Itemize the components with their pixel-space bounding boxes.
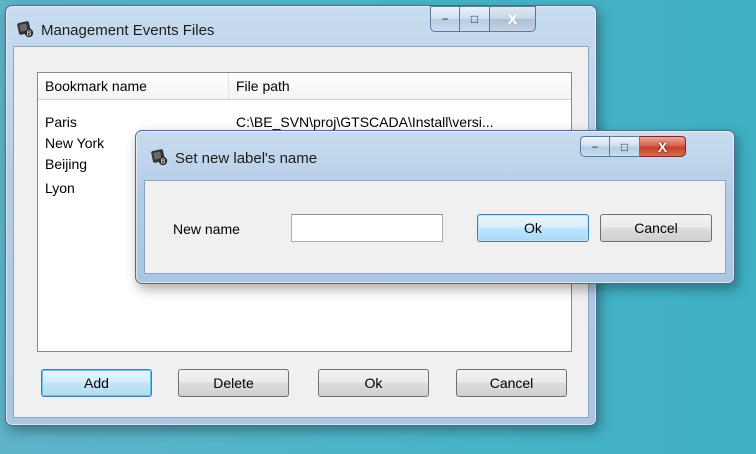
app-icon: B bbox=[150, 148, 168, 166]
svg-text:B: B bbox=[27, 30, 32, 38]
list-header: Bookmark name File path bbox=[38, 73, 571, 100]
cancel-button[interactable]: Cancel bbox=[456, 369, 567, 397]
dialog-minimize-button[interactable]: − bbox=[580, 136, 610, 157]
dialog-maximize-button[interactable]: □ bbox=[610, 136, 640, 157]
close-button[interactable]: X bbox=[490, 6, 536, 32]
close-icon: X bbox=[507, 11, 518, 27]
dialog-cancel-button[interactable]: Cancel bbox=[600, 214, 712, 242]
column-header-file-path[interactable]: File path bbox=[229, 73, 569, 99]
rename-dialog: B Set new label's name − □ X New name Ok… bbox=[135, 130, 735, 284]
app-icon: B bbox=[16, 20, 34, 38]
dialog-ok-button[interactable]: Ok bbox=[477, 214, 589, 242]
main-titlebar[interactable]: B Management Events Files − □ X bbox=[6, 6, 596, 40]
dialog-client-area: New name Ok Cancel bbox=[144, 180, 726, 274]
minimize-icon: − bbox=[441, 12, 449, 26]
new-name-label: New name bbox=[173, 221, 240, 237]
dialog-close-button[interactable]: X bbox=[640, 136, 686, 157]
column-header-bookmark-name[interactable]: Bookmark name bbox=[38, 73, 229, 99]
dialog-titlebar[interactable]: B Set new label's name − □ X bbox=[136, 131, 734, 167]
close-icon: X bbox=[657, 138, 668, 155]
svg-text:B: B bbox=[161, 158, 166, 166]
bookmark-name-cell: New York bbox=[45, 135, 105, 151]
main-title: Management Events Files bbox=[41, 22, 215, 39]
new-name-input[interactable] bbox=[291, 214, 443, 242]
add-button[interactable]: Add bbox=[41, 369, 152, 397]
dialog-title: Set new label's name bbox=[175, 150, 318, 167]
minimize-icon: − bbox=[591, 139, 599, 154]
main-caption-buttons: − □ X bbox=[430, 6, 536, 32]
bookmark-name-cell: Lyon bbox=[45, 180, 75, 196]
maximize-icon: □ bbox=[470, 12, 479, 26]
ok-button[interactable]: Ok bbox=[318, 369, 429, 397]
bookmark-name-cell: Paris bbox=[45, 114, 77, 130]
dialog-caption-buttons: − □ X bbox=[580, 136, 686, 157]
minimize-button[interactable]: − bbox=[430, 6, 460, 32]
maximize-icon: □ bbox=[620, 139, 629, 154]
maximize-button[interactable]: □ bbox=[460, 6, 490, 32]
bookmark-name-cell: Beijing bbox=[45, 156, 88, 172]
delete-button[interactable]: Delete bbox=[178, 369, 289, 397]
